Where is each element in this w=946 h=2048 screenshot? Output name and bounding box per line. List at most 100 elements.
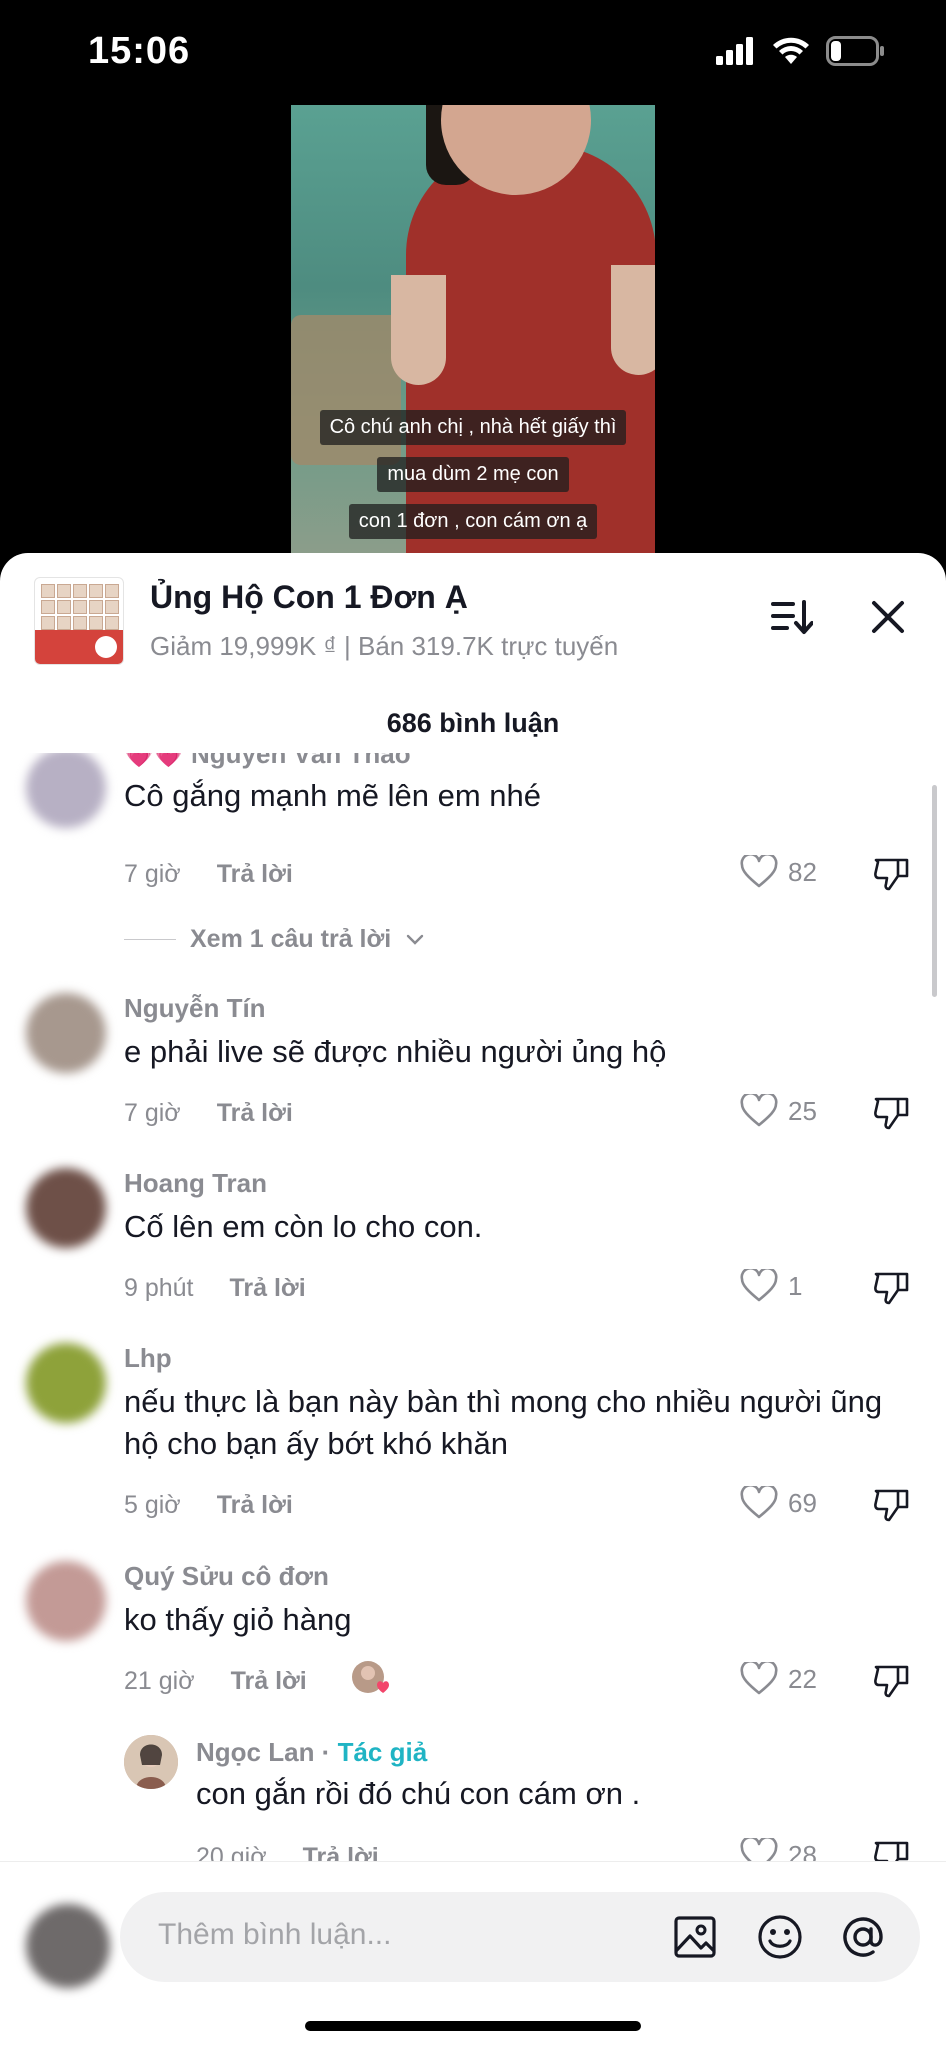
avatar[interactable]	[26, 753, 106, 828]
heart-outline-icon	[740, 1662, 778, 1695]
comment-username[interactable]: Lhp	[124, 1343, 172, 1374]
reply-username[interactable]: Ngọc Lan · Tác giả	[196, 1737, 427, 1768]
subtitle-line: Cô chú anh chị , nhà hết giấy thì	[319, 410, 627, 445]
comment-time: 7 giờ	[124, 860, 181, 888]
reply-button[interactable]: Trả lời	[217, 1491, 293, 1520]
comment-meta: 5 giờ Trả lời	[124, 1491, 293, 1520]
video-subtitles: Cô chú anh chị , nhà hết giấy thì mua dù…	[291, 410, 655, 539]
divider-line	[124, 939, 176, 940]
comment-text: nếu thực là bạn này bàn thì mong cho nhi…	[124, 1384, 883, 1461]
like-count: 28	[788, 1839, 817, 1864]
comment-username[interactable]: 💗💗 Nguyễn Văn Thảo	[124, 753, 411, 770]
cellular-signal-icon	[716, 37, 753, 65]
like-button[interactable]: 25	[740, 1094, 817, 1128]
like-count: 82	[788, 856, 817, 887]
heart-outline-icon	[740, 1269, 778, 1302]
home-indicator[interactable]	[305, 2021, 641, 2031]
comment-time: 9 phút	[124, 1274, 194, 1302]
like-count: 69	[788, 1487, 817, 1518]
avatar[interactable]	[26, 993, 106, 1073]
clock: 15:06	[88, 30, 191, 72]
sort-icon[interactable]	[770, 595, 814, 639]
avatar[interactable]	[26, 1168, 106, 1248]
heart-outline-icon	[740, 1838, 778, 1863]
like-button[interactable]: 69	[740, 1486, 817, 1520]
comment-text: e phải live sẽ được nhiều người ủng hộ	[124, 1034, 667, 1069]
product-thumbnail[interactable]	[34, 577, 124, 665]
comment-username[interactable]: Hoang Tran	[124, 1168, 267, 1199]
product-header: Ủng Hộ Con 1 Đơn Ạ Giảm 19,999K ₫ | Bán …	[0, 553, 946, 678]
reply-button[interactable]: Trả lời	[217, 860, 293, 889]
emoji-icon[interactable]	[755, 1912, 805, 1962]
author-badge: Tác giả	[337, 1737, 428, 1767]
product-thumbnail-badge	[95, 636, 117, 658]
like-count: 22	[788, 1663, 817, 1694]
image-icon[interactable]	[670, 1912, 720, 1962]
comment-text: ko thấy giỏ hàng	[124, 1602, 352, 1637]
reply-username-text: Ngọc Lan	[196, 1737, 315, 1767]
scrollbar[interactable]	[932, 785, 937, 997]
comment-username[interactable]: Nguyễn Tín	[124, 993, 266, 1024]
reply-meta: 20 giờ Trả lời	[196, 1843, 379, 1863]
comment-input-bar: Thêm bình luận...	[0, 1861, 946, 2048]
video-preview[interactable]: Cô chú anh chị , nhà hết giấy thì mua dù…	[291, 105, 655, 560]
subtitle-line: con 1 đơn , con cám ơn ạ	[348, 504, 598, 539]
view-replies-button[interactable]: Xem 1 câu trả lời	[124, 925, 425, 954]
comment-input-placeholder: Thêm bình luận...	[158, 1918, 392, 1951]
avatar[interactable]	[26, 1561, 106, 1641]
dislike-icon[interactable]	[872, 1487, 910, 1528]
comment-text: Cô gắng mạnh mẽ lên em nhé	[124, 778, 542, 813]
author-separator: ·	[314, 1737, 338, 1767]
product-thumbnail-grid	[41, 584, 119, 630]
like-button[interactable]: 28	[740, 1838, 817, 1863]
close-icon[interactable]	[866, 595, 910, 639]
heart-outline-icon	[740, 1094, 778, 1127]
product-title[interactable]: Ủng Hộ Con 1 Đơn Ạ	[150, 579, 468, 616]
current-user-avatar	[26, 1904, 110, 1988]
reply-button[interactable]: Trả lời	[230, 1274, 306, 1303]
comment-text: Cố lên em còn lo cho con.	[124, 1209, 483, 1244]
comment-username[interactable]: Quý Sửu cô đơn	[124, 1561, 329, 1592]
comment-count: 686 bình luận	[386, 708, 560, 738]
author-avatar[interactable]	[124, 1735, 178, 1789]
comments-sheet: Ủng Hộ Con 1 Đơn Ạ Giảm 19,999K ₫ | Bán …	[0, 553, 946, 2048]
video-person-arm-left	[391, 275, 446, 385]
like-button[interactable]: 22	[740, 1662, 817, 1696]
like-button[interactable]: 82	[740, 855, 817, 889]
comment-meta: 9 phút Trả lời	[124, 1274, 306, 1303]
dislike-icon[interactable]	[872, 1839, 910, 1863]
reply-button[interactable]: Trả lời	[303, 1843, 379, 1863]
avatar[interactable]	[26, 1343, 106, 1423]
dislike-icon[interactable]	[872, 856, 910, 897]
heart-emoji: 💗💗	[124, 753, 184, 769]
heart-outline-icon	[740, 1486, 778, 1519]
reply-time: 20 giờ	[196, 1843, 267, 1863]
reply-button[interactable]: Trả lời	[217, 1099, 293, 1128]
comment-input[interactable]: Thêm bình luận...	[120, 1892, 920, 1982]
dislike-icon[interactable]	[872, 1663, 910, 1704]
comment-meta: 7 giờ Trả lời	[124, 1099, 293, 1128]
comment-time: 7 giờ	[124, 1099, 181, 1127]
like-button[interactable]: 1	[740, 1269, 802, 1303]
battery-icon	[826, 36, 884, 66]
comment-list[interactable]: 💗💗 Nguyễn Văn Thảo Cô gắng mạnh mẽ lên e…	[0, 753, 946, 1863]
heart-outline-icon	[740, 855, 778, 888]
comment-username-text: Nguyễn Văn Thảo	[191, 753, 411, 769]
comment-meta: 7 giờ Trả lời	[124, 860, 293, 889]
comment-time: 5 giờ	[124, 1491, 181, 1519]
reply-button[interactable]: Trả lời	[231, 1667, 307, 1696]
subtitle-line: mua dùm 2 mẹ con	[377, 457, 569, 492]
status-bar: 15:06	[0, 0, 946, 105]
liked-by-creator-icon	[350, 1659, 390, 1699]
mention-icon[interactable]	[838, 1912, 888, 1962]
status-icons	[716, 36, 886, 66]
product-subtitle: Giảm 19,999K ₫ | Bán 319.7K trực tuyến	[150, 631, 619, 661]
reply-text: con gắn rồi đó chú con cám ơn .	[196, 1776, 641, 1811]
comment-time: 21 giờ	[124, 1667, 195, 1695]
comment-meta: 21 giờ Trả lời	[124, 1667, 307, 1696]
view-replies-text: Xem 1 câu trả lời	[190, 925, 392, 953]
dislike-icon[interactable]	[872, 1095, 910, 1136]
like-count: 25	[788, 1095, 817, 1126]
wifi-icon	[773, 37, 809, 64]
dislike-icon[interactable]	[872, 1270, 910, 1311]
